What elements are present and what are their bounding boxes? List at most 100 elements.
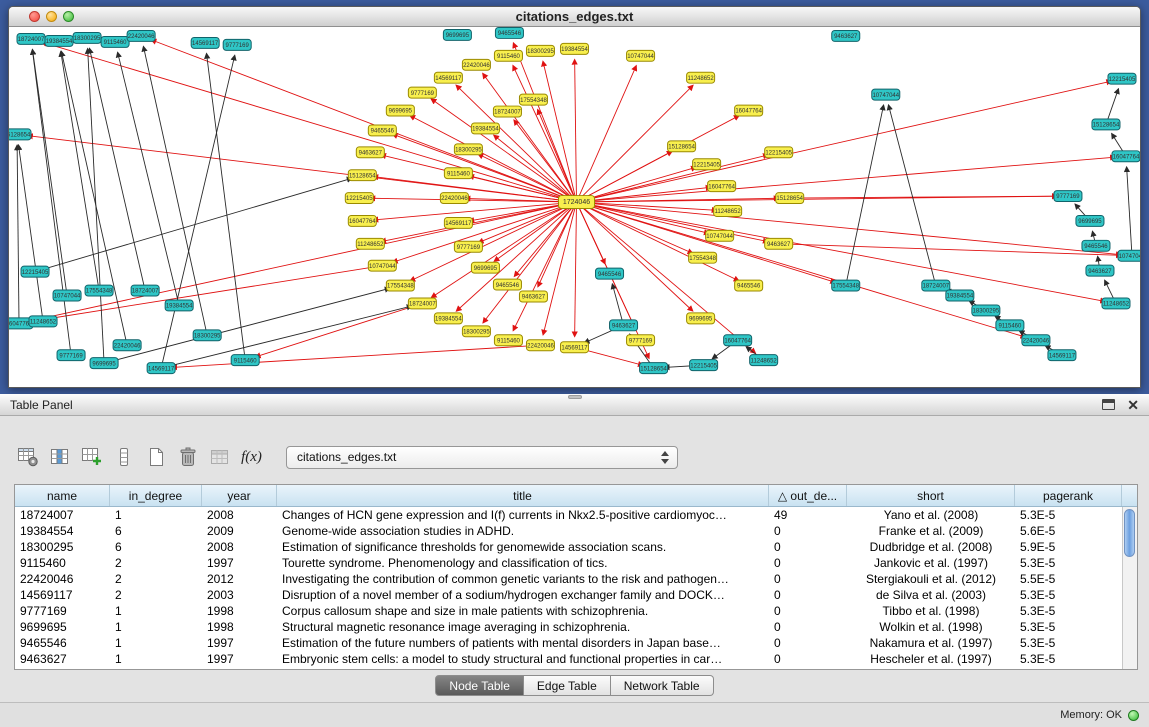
graph-node[interactable]: 22420046 — [127, 30, 155, 41]
graph-node[interactable]: 14569117 — [1048, 350, 1076, 361]
graph-edge[interactable] — [543, 62, 576, 203]
graph-edge[interactable] — [32, 50, 71, 355]
delete-column-button[interactable] — [174, 444, 201, 471]
graph-node[interactable]: 9465546 — [495, 27, 523, 38]
graph-node[interactable]: 14569117 — [560, 342, 588, 353]
table-row[interactable]: 977716911998Corpus callosum shape and si… — [15, 603, 1122, 619]
table-row[interactable]: 2242004622012Investigating the contribut… — [15, 571, 1122, 587]
graph-node[interactable]: 17554348 — [85, 285, 113, 296]
tab-network-table[interactable]: Network Table — [611, 675, 714, 696]
float-panel-button[interactable] — [1102, 399, 1115, 410]
graph-edge[interactable] — [575, 202, 577, 336]
graph-edge[interactable] — [373, 202, 576, 220]
graph-edge[interactable] — [161, 56, 235, 369]
panel-divider-handle[interactable] — [568, 395, 582, 399]
graph-node[interactable]: 9115460 — [996, 320, 1024, 331]
graph-edge[interactable] — [42, 42, 577, 202]
graph-node[interactable]: 11248652 — [1102, 298, 1130, 309]
graph-node[interactable]: 15128654 — [1092, 119, 1120, 130]
graph-node[interactable]: 18724007 — [17, 33, 45, 44]
graph-node[interactable]: 9115460 — [494, 335, 522, 346]
table-row[interactable]: 1830029562008Estimation of significance … — [15, 539, 1122, 555]
graph-node[interactable]: 17554348 — [689, 252, 717, 263]
table-row[interactable]: 946554611997Estimation of the future num… — [15, 635, 1122, 651]
graph-node[interactable]: 12215405 — [765, 147, 793, 158]
graph-node[interactable]: 19384554 — [946, 290, 974, 301]
column-header-name[interactable]: name — [15, 485, 110, 506]
graph-edge[interactable] — [393, 202, 577, 262]
graph-edge[interactable] — [19, 145, 44, 321]
graph-node[interactable]: 9777169 — [454, 241, 482, 252]
graph-node[interactable]: 12215405 — [1108, 73, 1136, 84]
graph-node[interactable]: 9115460 — [444, 168, 472, 179]
zoom-window-button[interactable] — [63, 11, 74, 22]
graph-node[interactable]: 12215405 — [690, 360, 718, 371]
network-canvas[interactable]: 1724046193845541830029591154602242004614… — [9, 27, 1140, 387]
graph-node[interactable]: 9699695 — [386, 105, 414, 116]
graph-edge[interactable] — [577, 155, 768, 202]
graph-node[interactable]: 18300295 — [193, 330, 221, 341]
column-header-short[interactable]: short — [847, 485, 1015, 506]
graph-edge[interactable] — [172, 345, 540, 367]
graph-node[interactable]: 9777169 — [223, 39, 251, 50]
graph-node[interactable]: 12215405 — [693, 159, 721, 170]
graph-node[interactable]: 9699695 — [90, 358, 118, 369]
close-panel-button[interactable]: ✕ — [1127, 398, 1139, 412]
graph-node[interactable]: 11248652 — [750, 355, 778, 366]
network-window-titlebar[interactable]: citations_edges.txt — [9, 7, 1140, 27]
graph-edge[interactable] — [30, 202, 577, 321]
graph-node[interactable]: 22420046 — [526, 340, 554, 351]
graph-node[interactable]: 18724007 — [131, 285, 159, 296]
graph-node[interactable]: 9777169 — [1054, 191, 1082, 202]
graph-node[interactable]: 15128654 — [348, 170, 376, 181]
graph-edge[interactable] — [30, 266, 382, 322]
graph-node[interactable]: 19384554 — [560, 43, 588, 54]
graph-node[interactable]: 14569117 — [434, 72, 462, 83]
graph-node[interactable]: 18300295 — [972, 305, 1000, 316]
graph-node[interactable]: 10747044 — [53, 290, 81, 301]
graph-edge[interactable] — [35, 178, 352, 271]
graph-edge[interactable] — [577, 202, 1026, 337]
graph-node[interactable]: 15128654 — [776, 193, 804, 204]
graph-node[interactable]: 16047764 — [1112, 151, 1140, 162]
graph-node[interactable]: 9463627 — [765, 238, 793, 249]
graph-node[interactable]: 17554348 — [832, 280, 860, 291]
graph-node[interactable]: 10747044 — [368, 260, 396, 271]
graph-edge[interactable] — [577, 66, 637, 202]
graph-node[interactable]: 9463627 — [356, 147, 384, 158]
scrollbar-thumb[interactable] — [1124, 509, 1135, 557]
graph-node[interactable]: 18300295 — [73, 32, 101, 43]
graph-node[interactable]: 18724007 — [408, 298, 436, 309]
row-options-button[interactable] — [110, 444, 137, 471]
table-row[interactable]: 1456911722003Disruption of a novel membe… — [15, 587, 1122, 603]
graph-node[interactable]: 9699695 — [1076, 215, 1104, 226]
add-column-button[interactable] — [78, 444, 105, 471]
graph-edge[interactable] — [90, 49, 146, 291]
graph-edge[interactable] — [17, 145, 19, 323]
column-header-out_de[interactable]: △ out_de... — [769, 485, 847, 506]
graph-edge[interactable] — [207, 54, 246, 360]
column-header-year[interactable]: year — [202, 485, 277, 506]
graph-edge[interactable] — [577, 151, 672, 202]
graph-edge[interactable] — [889, 105, 936, 285]
graph-node[interactable]: 16047764 — [724, 335, 752, 346]
column-header-title[interactable]: title — [277, 485, 769, 506]
graph-node[interactable]: 10747044 — [627, 50, 655, 61]
graph-edge[interactable] — [577, 81, 1112, 202]
graph-node[interactable]: 14569117 — [444, 217, 472, 228]
graph-node[interactable]: 15128654 — [668, 141, 696, 152]
graph-node[interactable]: 11248652 — [29, 316, 57, 327]
graph-node[interactable]: 9465546 — [368, 125, 396, 136]
graph-edge[interactable] — [88, 49, 104, 363]
graph-node[interactable]: 22420046 — [462, 59, 490, 70]
graph-node[interactable]: 16047764 — [708, 181, 736, 192]
graph-node[interactable]: 9465546 — [493, 279, 521, 290]
tab-edge-table[interactable]: Edge Table — [524, 675, 611, 696]
graph-node[interactable]: 9115460 — [101, 36, 129, 47]
graph-node[interactable]: 22420046 — [1022, 335, 1050, 346]
graph-node[interactable]: 9777169 — [408, 87, 436, 98]
graph-edge[interactable] — [256, 303, 423, 356]
graph-edge[interactable] — [577, 202, 709, 233]
table-vertical-scrollbar[interactable] — [1122, 507, 1137, 669]
graph-edge[interactable] — [104, 288, 390, 363]
